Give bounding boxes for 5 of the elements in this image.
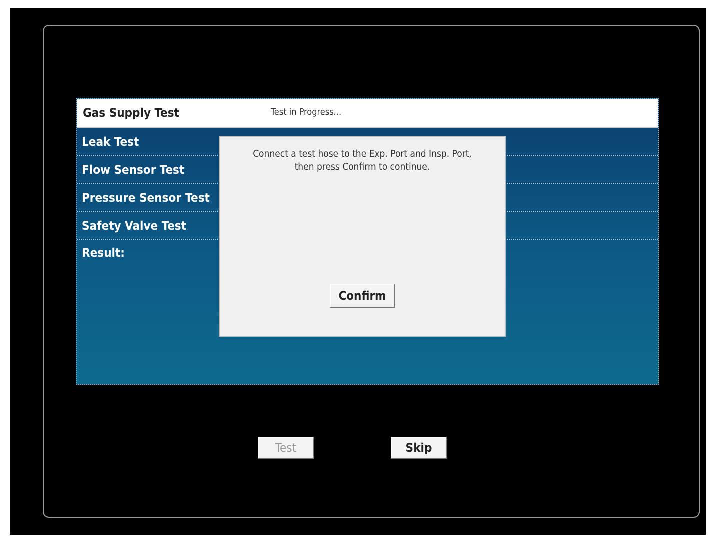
test-item: Result: (81, 245, 126, 262)
confirm-button[interactable]: Confirm (330, 284, 396, 308)
status-text: Test in Progress... (271, 108, 342, 118)
skip-button[interactable]: Skip (391, 437, 447, 459)
test-title: Gas Supply Test (83, 106, 180, 120)
